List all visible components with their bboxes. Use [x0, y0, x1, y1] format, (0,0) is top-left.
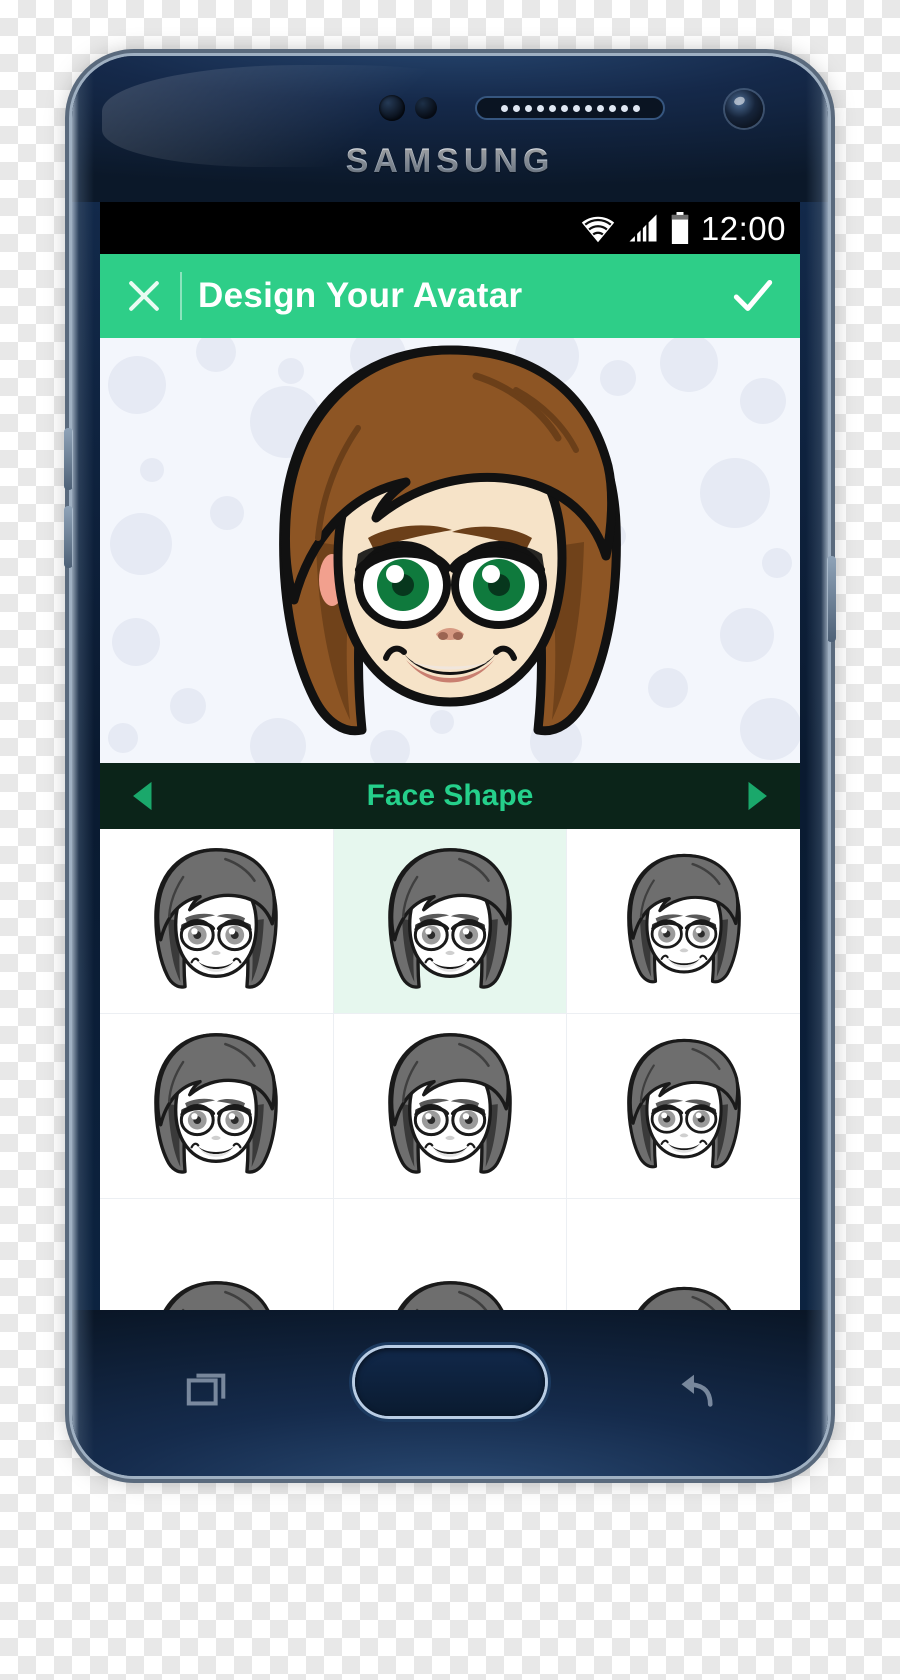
face-thumb-icon [154, 847, 279, 989]
face-shape-option-5[interactable] [334, 1014, 568, 1198]
front-camera-icon [725, 90, 763, 128]
home-button[interactable] [355, 1348, 545, 1416]
option-row [100, 829, 800, 1014]
status-bar: 12:00 [100, 202, 800, 254]
check-icon [733, 279, 773, 311]
category-label: Face Shape [366, 779, 534, 812]
face-shape-option-7[interactable] [100, 1199, 334, 1310]
volume-down-button[interactable] [64, 506, 73, 568]
face-thumb-icon [626, 1286, 741, 1310]
app-header: Design Your Avatar [100, 254, 800, 338]
chevron-left-icon [133, 781, 152, 811]
next-category-button[interactable] [730, 769, 784, 823]
avatar-face-illustration [279, 345, 621, 735]
face-thumb-icon [388, 847, 512, 989]
chevron-right-icon [748, 781, 767, 811]
proximity-sensor-icon [379, 95, 405, 121]
header-divider [180, 272, 182, 320]
face-shape-option-2[interactable] [333, 829, 568, 1013]
option-row [100, 1014, 800, 1199]
battery-icon [671, 212, 689, 244]
phone-device: SAMSUNG 12:00 Design Your Avatar Face Sh… [64, 56, 836, 1476]
face-shape-option-6[interactable] [567, 1014, 800, 1198]
phone-top-bezel: SAMSUNG [72, 56, 828, 202]
light-sensor-icon [415, 97, 437, 119]
face-thumb-icon [154, 1280, 279, 1310]
face-thumb-icon [388, 1280, 512, 1310]
cellular-signal-icon [629, 214, 657, 243]
recents-button[interactable] [184, 1368, 230, 1414]
close-button[interactable] [118, 270, 170, 322]
face-shape-option-1[interactable] [100, 829, 334, 1013]
phone-screen: 12:00 Design Your Avatar Face Shape [100, 202, 800, 1310]
face-thumb-icon [626, 853, 741, 984]
face-thumb-icon [388, 1032, 512, 1174]
face-thumb-icon [626, 1038, 741, 1169]
face-shape-option-grid[interactable] [100, 829, 800, 1310]
category-selector-bar: Face Shape [100, 763, 800, 829]
earpiece-speaker-icon [475, 96, 665, 120]
face-shape-option-8[interactable] [334, 1199, 568, 1310]
screenshot-canvas: SAMSUNG 12:00 Design Your Avatar Face Sh… [0, 0, 900, 1680]
back-button[interactable] [670, 1368, 716, 1414]
close-icon [129, 281, 159, 311]
volume-up-button[interactable] [64, 428, 73, 490]
face-shape-option-9[interactable] [567, 1199, 800, 1310]
brand-logo: SAMSUNG [72, 142, 828, 181]
confirm-button[interactable] [724, 267, 782, 325]
option-row [100, 1199, 800, 1310]
power-button[interactable] [827, 556, 836, 642]
face-shape-option-3[interactable] [567, 829, 800, 1013]
face-shape-option-4[interactable] [100, 1014, 334, 1198]
page-title: Design Your Avatar [198, 276, 523, 315]
avatar-image [100, 338, 800, 763]
status-bar-clock: 12:00 [700, 209, 786, 247]
previous-category-button[interactable] [116, 769, 170, 823]
face-thumb-icon [154, 1032, 279, 1174]
avatar-preview [100, 338, 800, 763]
phone-bottom-bezel [72, 1310, 828, 1476]
wifi-icon [581, 216, 615, 243]
